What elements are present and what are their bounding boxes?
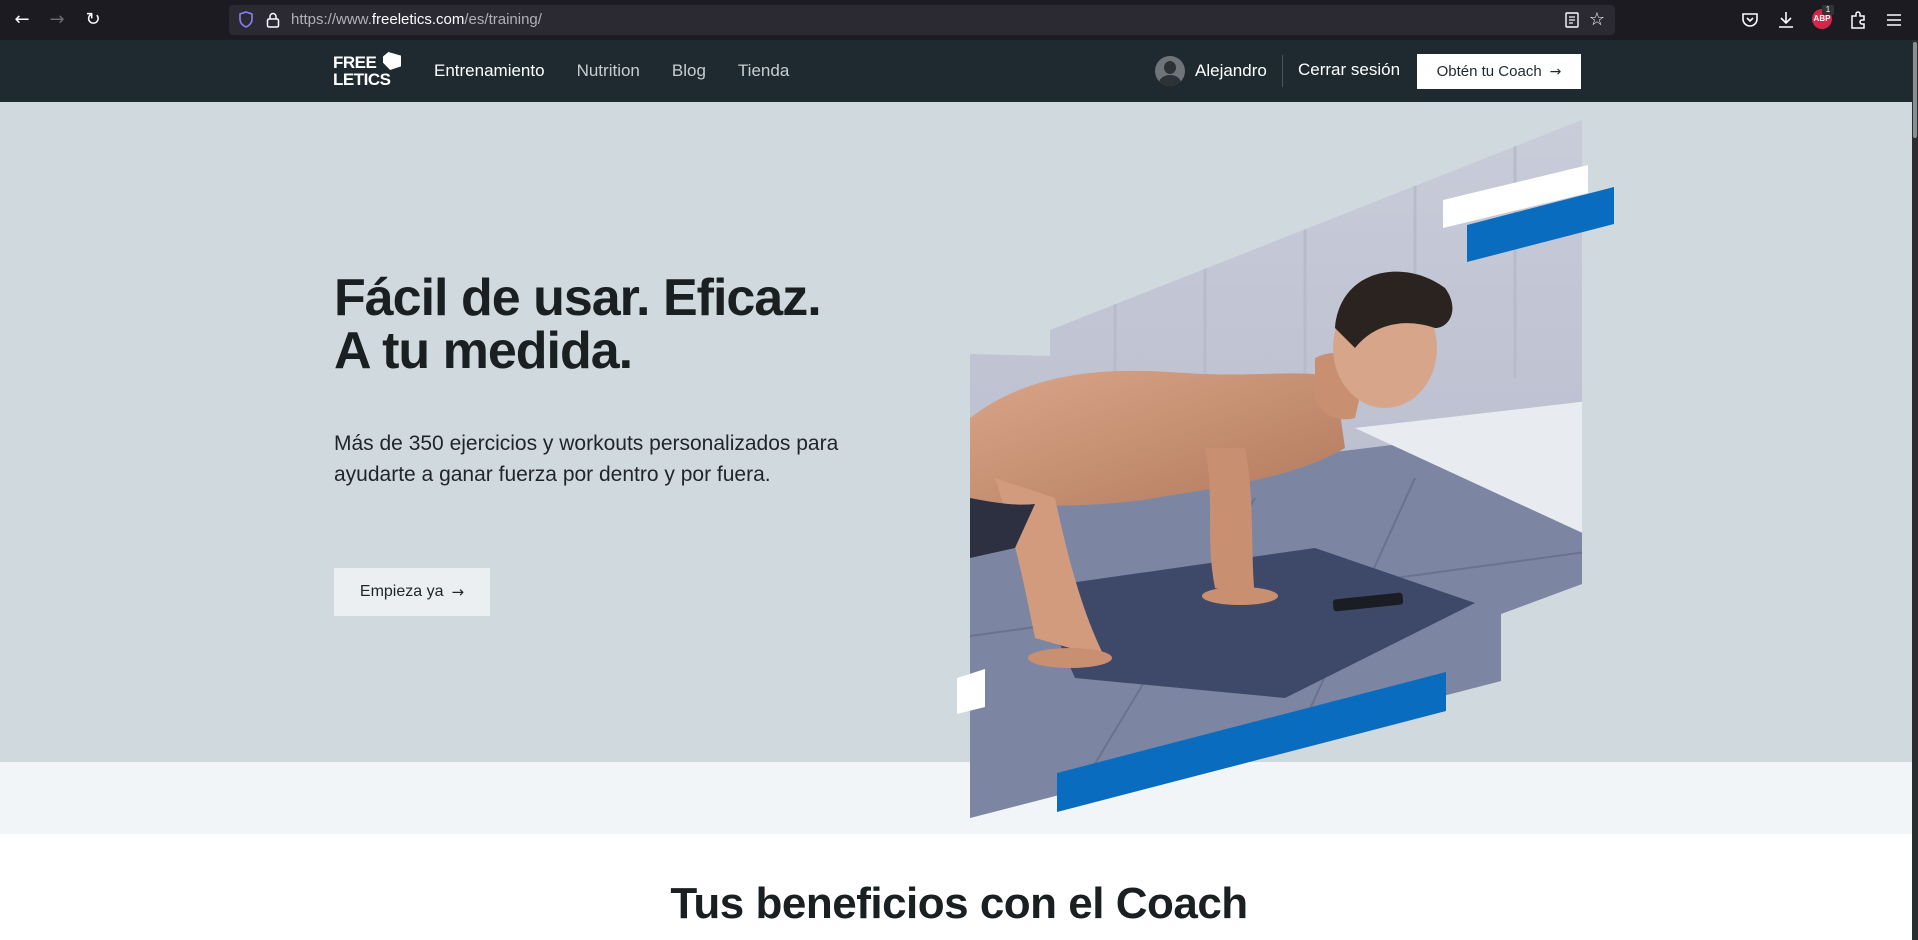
downloads-icon[interactable]: [1774, 8, 1798, 32]
get-coach-button[interactable]: Obtén tu Coach →: [1417, 54, 1581, 89]
get-coach-label: Obtén tu Coach: [1436, 63, 1542, 80]
reader-view-icon[interactable]: [1565, 12, 1579, 28]
scrollbar-thumb[interactable]: [1913, 42, 1917, 138]
bookmark-star-icon[interactable]: ☆: [1587, 9, 1607, 31]
browser-toolbar: ← → ↻ https://www.freeletics.com/es/trai…: [0, 0, 1918, 40]
avatar: [1155, 56, 1185, 86]
start-now-button[interactable]: Empieza ya →: [334, 568, 490, 616]
nav-item-nutrition[interactable]: Nutrition: [577, 61, 640, 81]
freeletics-logo[interactable]: FREE LETICS: [333, 50, 403, 90]
extensions-puzzle-icon[interactable]: [1846, 8, 1870, 32]
menu-hamburger-icon[interactable]: [1882, 8, 1906, 32]
hero-headline: Fácil de usar. Eficaz. A tu medida.: [334, 272, 894, 378]
logo-mark-icon: [383, 52, 401, 70]
tracking-shield-icon[interactable]: [239, 11, 253, 28]
url-text: https://www.freeletics.com/es/training/: [291, 11, 542, 28]
benefits-heading: Tus beneficios con el Coach: [670, 879, 1248, 928]
arrow-right-icon: →: [451, 583, 465, 601]
lock-icon[interactable]: [266, 12, 280, 28]
site-header: FREE LETICS Entrenamiento Nutrition Blog…: [0, 40, 1918, 102]
nav-item-blog[interactable]: Blog: [672, 61, 706, 81]
nav-item-tienda[interactable]: Tienda: [738, 61, 789, 81]
back-arrow-icon[interactable]: ←: [10, 8, 34, 32]
hero-lead-text: Más de 350 ejercicios y workouts persona…: [334, 432, 839, 486]
address-bar[interactable]: https://www.freeletics.com/es/training/ …: [229, 5, 1615, 35]
reload-icon[interactable]: ↻: [81, 8, 105, 32]
user-name: Alejandro: [1195, 61, 1267, 80]
nav-item-entrenamiento[interactable]: Entrenamiento: [434, 61, 545, 81]
hero-image: [955, 118, 1615, 830]
header-divider: [1282, 55, 1283, 87]
hero-headline-line2: A tu medida.: [334, 322, 633, 380]
forward-arrow-icon[interactable]: →: [45, 8, 69, 32]
page-scrollbar[interactable]: [1912, 40, 1918, 940]
pocket-icon[interactable]: [1738, 8, 1762, 32]
adblock-count-badge: 1: [1822, 5, 1834, 15]
main-nav: Entrenamiento Nutrition Blog Tienda: [434, 40, 821, 102]
hero-white-chip: [957, 669, 985, 714]
logout-link[interactable]: Cerrar sesión: [1298, 60, 1400, 80]
hero-headline-line1: Fácil de usar. Eficaz.: [334, 269, 822, 327]
user-profile-link[interactable]: Alejandro: [1155, 54, 1267, 88]
start-now-label: Empieza ya: [359, 583, 444, 600]
hero-photo-illustration: [957, 120, 1614, 818]
arrow-right-icon: →: [1549, 63, 1562, 80]
